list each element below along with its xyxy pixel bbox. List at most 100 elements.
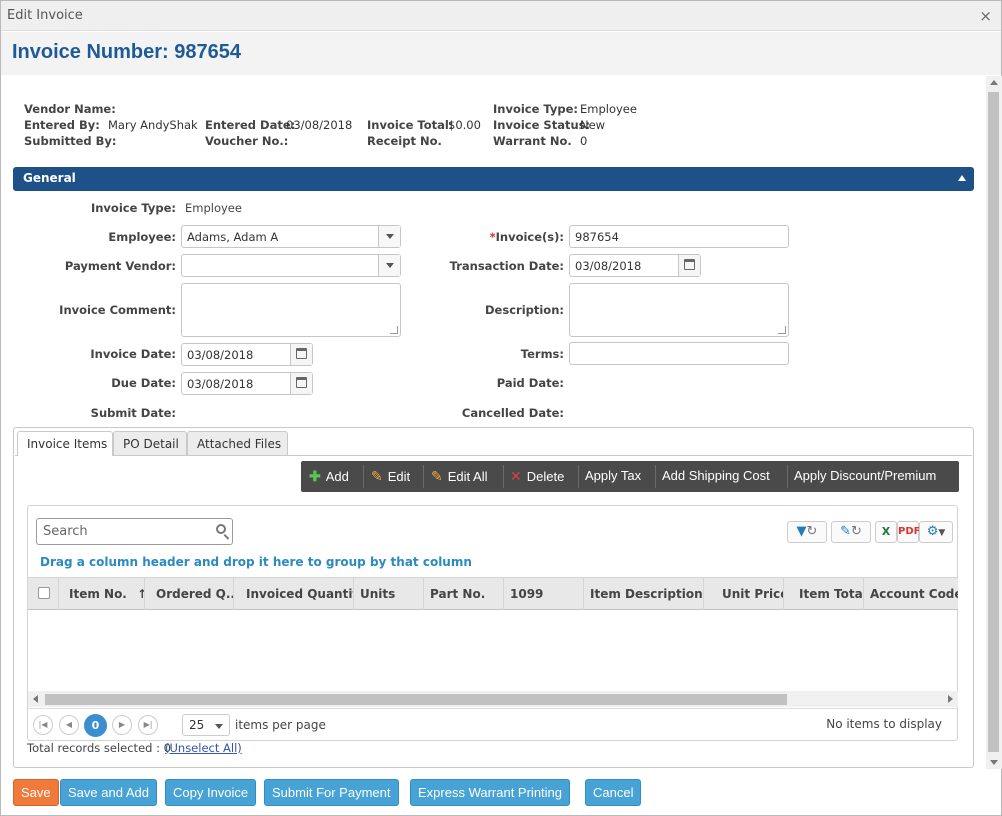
dialog-vertical-scrollbar[interactable] — [986, 76, 1002, 769]
scroll-up-icon[interactable] — [990, 80, 998, 85]
filter-icon: ▼ — [796, 524, 807, 539]
express-warrant-printing-button[interactable]: Express Warrant Printing — [410, 779, 571, 806]
due-date-value: 03/08/2018 — [187, 377, 254, 391]
apply-discount-button[interactable]: Apply Discount/Premium — [794, 461, 936, 492]
add-label: Add — [325, 469, 349, 484]
pencil-icon: ✎ — [431, 468, 443, 484]
prev-page-icon[interactable]: ◀ — [59, 715, 79, 735]
collapse-up-icon[interactable] — [958, 175, 966, 181]
delete-x-icon: ✕ — [510, 468, 522, 484]
settings-reset-button[interactable]: ✎↻ — [831, 521, 871, 543]
warrant-no-label: Warrant No. — [493, 134, 572, 148]
filter-reset-button[interactable]: ▼↻ — [787, 521, 827, 543]
scroll-down-icon[interactable] — [990, 760, 998, 765]
pencil-icon: ✎ — [371, 468, 383, 484]
submit-for-payment-button[interactable]: Submit For Payment — [264, 779, 399, 806]
gear-icon: ⚙ — [926, 524, 939, 539]
chevron-down-icon[interactable] — [378, 255, 400, 276]
column-header-1099[interactable]: 1099 — [504, 578, 584, 610]
toolbar-separator — [363, 465, 364, 488]
unselect-all-link[interactable]: (Unselect All) — [165, 741, 242, 755]
due-date-picker[interactable]: 03/08/2018 — [181, 372, 313, 395]
scroll-left-icon[interactable] — [33, 695, 38, 703]
entered-date-value: 03/08/2018 — [286, 118, 353, 132]
sort-asc-icon: ↑ — [137, 587, 144, 601]
tab-attached-files[interactable]: Attached Files — [187, 431, 288, 455]
invoices-label-text: Invoice(s): — [495, 230, 564, 244]
submit-date-label: Submit Date: — [90, 406, 176, 420]
next-page-icon[interactable]: ▶ — [112, 715, 132, 735]
column-header-item-description[interactable]: Item Description — [584, 578, 704, 610]
grid-search-input[interactable]: Search — [36, 518, 233, 545]
last-page-icon[interactable]: ▶| — [138, 715, 158, 735]
invoice-type-value: Employee — [580, 102, 637, 116]
column-header-unit-price[interactable]: Unit Price — [704, 578, 784, 610]
scrollbar-thumb[interactable] — [45, 694, 787, 705]
dialog-titlebar: Edit Invoice × — [1, 1, 1001, 31]
column-header-item-total[interactable]: Item Total — [784, 578, 864, 610]
page-size-select[interactable]: 25 — [182, 714, 230, 736]
invoice-date-picker[interactable]: 03/08/2018 — [181, 343, 313, 366]
payment-vendor-dropdown[interactable] — [181, 254, 401, 277]
copy-invoice-button[interactable]: Copy Invoice — [165, 779, 257, 806]
calendar-icon — [296, 348, 307, 359]
description-label: Description: — [485, 303, 564, 317]
receipt-no-label: Receipt No. — [367, 134, 442, 148]
scrollbar-thumb[interactable] — [988, 92, 999, 752]
invoice-comment-textarea[interactable] — [181, 283, 401, 337]
calendar-button[interactable] — [290, 344, 312, 365]
edit-all-button[interactable]: ✎ Edit All — [431, 461, 487, 492]
search-icon — [214, 523, 230, 540]
column-settings-button[interactable]: ⚙▼ — [919, 521, 953, 543]
employee-dropdown[interactable]: Adams, Adam A — [181, 225, 401, 248]
current-page-button[interactable]: 0 — [84, 714, 107, 737]
column-header-ordered-qty[interactable]: Ordered Q... — [145, 578, 234, 610]
delete-label: Delete — [526, 469, 565, 484]
grid-horizontal-scrollbar[interactable] — [28, 691, 958, 707]
general-section-header[interactable]: General — [13, 167, 974, 191]
warrant-no-value: 0 — [580, 134, 588, 148]
chevron-down-icon: ▼ — [938, 528, 946, 538]
cancelled-date-label: Cancelled Date: — [461, 406, 564, 420]
column-header-units[interactable]: Units — [354, 578, 424, 610]
tab-invoice-items[interactable]: Invoice Items — [17, 431, 113, 456]
close-icon[interactable]: × — [979, 7, 992, 25]
save-and-add-button[interactable]: Save and Add — [60, 779, 157, 806]
column-header-part-no[interactable]: Part No. — [424, 578, 504, 610]
select-all-column[interactable] — [28, 578, 59, 610]
calendar-icon — [684, 259, 695, 270]
transaction-date-picker[interactable]: 03/08/2018 — [569, 254, 701, 277]
excel-export-icon[interactable]: X — [875, 521, 897, 543]
group-by-hint: Drag a column header and drop it here to… — [40, 555, 472, 569]
description-textarea[interactable] — [569, 283, 789, 337]
chevron-down-icon[interactable] — [378, 226, 400, 247]
tab-po-detail[interactable]: PO Detail — [113, 431, 187, 455]
calendar-button[interactable] — [290, 373, 312, 394]
calendar-button[interactable] — [678, 255, 700, 276]
edit-button[interactable]: ✎ Edit — [371, 461, 410, 492]
first-page-icon[interactable]: |◀ — [33, 715, 53, 735]
total-selected-text: Total records selected : 0 — [27, 741, 171, 755]
transaction-date-label: Transaction Date: — [449, 259, 564, 273]
add-button[interactable]: ✚ Add — [309, 461, 349, 492]
calendar-icon — [296, 377, 307, 388]
select-all-checkbox[interactable] — [38, 587, 50, 599]
cancel-button[interactable]: Cancel — [585, 779, 642, 806]
apply-tax-button[interactable]: Apply Tax — [585, 461, 641, 492]
column-header-invoiced-quantity[interactable]: Invoiced Quantity — [234, 578, 354, 610]
wrench-icon: ✎ — [840, 524, 851, 539]
terms-input[interactable] — [569, 342, 789, 365]
submitted-by-label: Submitted By: — [24, 134, 117, 148]
pdf-export-icon[interactable]: PDF — [897, 521, 920, 543]
invoices-input[interactable]: 987654 — [569, 225, 789, 248]
terms-label: Terms: — [520, 347, 564, 361]
delete-button[interactable]: ✕ Delete — [510, 461, 564, 492]
save-button[interactable]: Save — [13, 779, 59, 806]
column-header-item-no[interactable]: Item No. ↑ — [59, 578, 145, 610]
add-shipping-cost-button[interactable]: Add Shipping Cost — [662, 461, 770, 492]
column-header-account-code[interactable]: Account Code — [864, 578, 958, 610]
scroll-right-icon[interactable] — [948, 695, 953, 703]
paid-date-label: Paid Date: — [496, 376, 564, 390]
invoice-number-title: Invoice Number: 987654 — [12, 41, 241, 63]
form-invoice-type-value: Employee — [185, 201, 242, 215]
